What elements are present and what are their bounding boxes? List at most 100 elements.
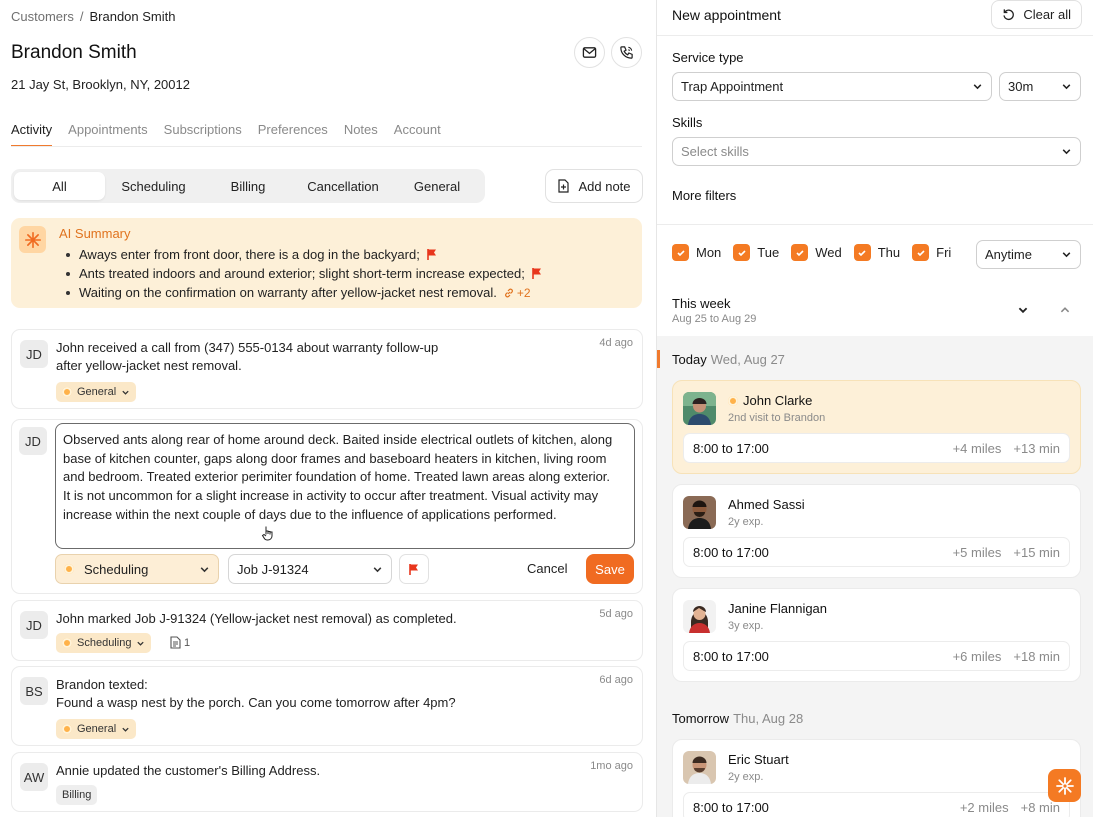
hand-cursor-icon <box>261 526 273 541</box>
time-slot[interactable]: 8:00 to 17:00 +6 miles +18 min <box>683 641 1070 671</box>
breadcrumb-customers-link[interactable]: Customers <box>11 9 74 24</box>
day-heading: Tomorrow <box>672 711 730 726</box>
avatar: AW <box>20 763 48 791</box>
technician-card[interactable]: Ahmed Sassi 2y exp. 8:00 to 17:00 +5 mil… <box>672 484 1081 578</box>
chevron-down-icon[interactable] <box>1017 304 1029 316</box>
more-filters-button[interactable]: More filters <box>672 188 736 203</box>
activity-item: AW Annie updated the customer's Billing … <box>11 752 643 812</box>
time-slot[interactable]: 8:00 to 17:00 +2 miles +8 min <box>683 792 1070 817</box>
filter-scheduling[interactable]: Scheduling <box>105 172 202 200</box>
note-editor[interactable]: Observed ants along rear of home around … <box>55 423 635 549</box>
tab-notes[interactable]: Notes <box>344 122 378 147</box>
technician-name: John Clarke <box>728 393 812 408</box>
time-slot[interactable]: 8:00 to 17:00 +4 miles +13 min <box>683 433 1070 463</box>
category-tag[interactable]: Scheduling <box>56 633 152 653</box>
day-label: Thu <box>877 245 901 260</box>
panel-title: New appointment <box>672 7 781 23</box>
chevron-down-icon <box>1062 252 1071 258</box>
activity-line: after yellow-jacket nest removal. <box>56 358 242 373</box>
attachment-count: 1 <box>184 636 191 649</box>
job-select[interactable]: Job J-91324 <box>228 554 392 584</box>
scheduling-icon <box>64 564 74 574</box>
slot-time: 8:00 to 17:00 <box>693 440 769 456</box>
clear-all-label: Clear all <box>1023 7 1071 22</box>
day-fri[interactable]: Fri <box>912 244 951 261</box>
day-label: Fri <box>936 245 952 260</box>
flag-button[interactable] <box>399 554 429 584</box>
filter-general[interactable]: General <box>392 172 482 200</box>
skills-select[interactable]: Select skills <box>672 137 1081 166</box>
slot-time: 8:00 to 17:00 <box>693 799 769 815</box>
slot-duration: +15 min <box>1013 544 1060 560</box>
tab-preferences[interactable]: Preferences <box>258 122 328 147</box>
technician-card[interactable]: Eric Stuart 2y exp. 8:00 to 17:00 +2 mil… <box>672 739 1081 817</box>
filter-all[interactable]: All <box>14 172 105 200</box>
flag-icon[interactable] <box>531 267 543 280</box>
category-tag[interactable]: General <box>56 719 137 739</box>
checkbox-checked-icon <box>672 244 689 261</box>
tab-subscriptions[interactable]: Subscriptions <box>164 122 242 147</box>
tomorrow-header: Tomorrow Thu, Aug 28 <box>672 711 803 726</box>
activity-line: Found a wasp nest by the porch. Can you … <box>56 695 456 710</box>
ai-summary-text: Ants treated indoors and around exterior… <box>79 266 525 281</box>
cancel-button[interactable]: Cancel <box>527 561 567 576</box>
day-checkboxes: Mon Tue Wed Thu Fri <box>672 244 963 261</box>
call-button[interactable] <box>611 37 642 68</box>
checkbox-checked-icon <box>791 244 809 261</box>
technician-name: Ahmed Sassi <box>728 497 805 512</box>
day-label: Wed <box>815 245 842 260</box>
filter-cancellation[interactable]: Cancellation <box>294 172 392 200</box>
ai-summary-item: Waiting on the confirmation on warranty … <box>66 283 543 302</box>
avatar: JD <box>20 340 48 368</box>
avatar: JD <box>20 611 48 639</box>
tab-appointments[interactable]: Appointments <box>68 122 148 147</box>
tag-label: Billing <box>62 789 92 801</box>
duration-select[interactable]: 30m <box>999 72 1081 101</box>
tag-label: Scheduling <box>77 637 132 649</box>
skills-placeholder: Select skills <box>681 144 749 159</box>
clear-all-button[interactable]: Clear all <box>991 0 1082 29</box>
day-thu[interactable]: Thu <box>853 244 901 261</box>
tab-account[interactable]: Account <box>394 122 441 147</box>
technician-photo <box>683 600 716 633</box>
day-tue[interactable]: Tue <box>733 244 779 261</box>
category-tag[interactable]: Billing <box>56 785 98 805</box>
avatar: JD <box>19 427 47 455</box>
mail-icon <box>582 47 597 58</box>
save-button[interactable]: Save <box>586 554 634 584</box>
time-slot[interactable]: 8:00 to 17:00 +5 miles +15 min <box>683 537 1070 567</box>
ai-assistant-button[interactable] <box>1048 769 1081 802</box>
technician-photo <box>683 751 716 784</box>
chevron-up-icon[interactable] <box>1059 304 1071 316</box>
tab-activity[interactable]: Activity <box>11 122 53 147</box>
technician-card[interactable]: Janine Flannigan 3y exp. 8:00 to 17:00 +… <box>672 588 1081 682</box>
category-tag[interactable]: General <box>56 382 137 402</box>
activity-text: John received a call from (347) 555-0134… <box>56 339 438 375</box>
general-icon <box>62 724 72 734</box>
editor-line: Observed ants along rear of home around … <box>63 432 613 447</box>
day-date: Wed, Aug 27 <box>710 352 785 367</box>
duration-value: 30m <box>1008 79 1034 94</box>
chevron-down-icon <box>122 727 129 732</box>
service-type-select[interactable]: Trap Appointment <box>672 72 992 101</box>
slot-distance: +5 miles <box>952 544 1002 560</box>
time-preference-select[interactable]: Anytime <box>976 240 1081 269</box>
flag-icon[interactable] <box>426 248 438 261</box>
category-select[interactable]: Scheduling <box>55 554 219 584</box>
filter-billing[interactable]: Billing <box>202 172 294 200</box>
attachments[interactable]: 1 <box>170 636 190 649</box>
editor-line: increase within the next couple of days … <box>63 506 557 522</box>
technician-experience: 2y exp. <box>728 771 764 783</box>
linked-count: +2 <box>516 285 531 300</box>
day-mon[interactable]: Mon <box>672 244 721 261</box>
slot-distance: +4 miles <box>952 440 1002 456</box>
day-wed[interactable]: Wed <box>791 244 842 261</box>
ai-summary-item: Ants treated indoors and around exterior… <box>66 264 543 283</box>
email-button[interactable] <box>574 37 605 68</box>
ai-summary-list: Aways enter from front door, there is a … <box>66 245 543 302</box>
technician-card[interactable]: John Clarke 2nd visit to Brandon 8:00 to… <box>672 380 1081 474</box>
phone-icon <box>620 46 633 59</box>
skills-label: Skills <box>672 115 703 130</box>
linked-items[interactable]: +2 <box>503 286 531 300</box>
add-note-button[interactable]: Add note <box>545 169 643 203</box>
